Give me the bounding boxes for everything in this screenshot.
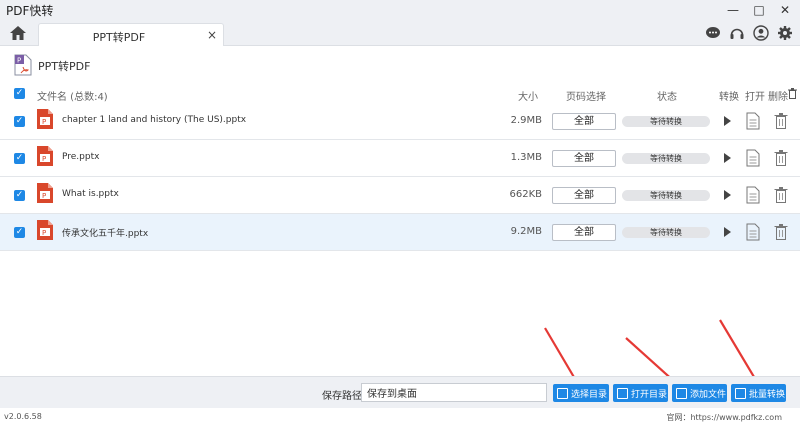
bottom-action-bar: 保存路径: 选择目录 打开目录 添加文件 批量转换 — [0, 376, 800, 408]
file-row[interactable]: ✓ P What is.pptx 662KB 全部 等待转换 — [0, 177, 800, 214]
headset-icon[interactable] — [728, 24, 746, 42]
column-delete: 删除 — [768, 92, 788, 103]
column-convert: 转换 — [719, 92, 739, 103]
column-open: 打开 — [745, 92, 765, 103]
file-size: 1.3MB — [510, 152, 542, 163]
title-bar: PDF快转 — □ ✕ — [0, 0, 800, 20]
website-link[interactable]: 官网：https://www.pdfkz.com — [666, 412, 782, 423]
status-badge: 等待转换 — [622, 190, 710, 201]
open-file-icon[interactable] — [746, 223, 760, 241]
row-checkbox[interactable]: ✓ — [14, 190, 25, 201]
tab-label: PPT转PDF — [92, 31, 146, 44]
delete-icon[interactable] — [774, 112, 788, 130]
column-page-range: 页码选择 — [566, 92, 606, 103]
status-badge: 等待转换 — [622, 227, 710, 238]
svg-text:P: P — [42, 155, 46, 163]
play-icon[interactable] — [719, 150, 735, 166]
page-range-button[interactable]: 全部 — [552, 113, 616, 130]
batch-convert-button[interactable]: 批量转换 — [731, 384, 786, 402]
delete-icon[interactable] — [774, 149, 788, 167]
add-file-button[interactable]: 添加文件 — [672, 384, 727, 402]
open-file-icon[interactable] — [746, 149, 760, 167]
status-badge: 等待转换 — [622, 153, 710, 164]
tab-close-icon[interactable]: × — [207, 28, 217, 42]
home-icon[interactable] — [8, 23, 28, 43]
select-directory-label: 选择目录 — [571, 389, 608, 400]
file-size: 662KB — [509, 189, 542, 200]
status-badge: 等待转换 — [622, 116, 710, 127]
file-row[interactable]: ✓ P Pre.pptx 1.3MB 全部 等待转换 — [0, 140, 800, 177]
open-file-icon[interactable] — [746, 112, 760, 130]
tab-ppt-to-pdf[interactable]: PPT转PDF × — [38, 23, 224, 46]
save-icon — [557, 387, 568, 399]
ppt-to-pdf-icon: P — [14, 54, 32, 76]
status-bar: v2.0.6.58 官网：https://www.pdfkz.com — [0, 408, 800, 425]
user-icon[interactable] — [752, 24, 770, 42]
file-name: Pre.pptx — [62, 152, 100, 162]
play-icon[interactable] — [719, 113, 735, 129]
pptx-file-icon: P — [37, 220, 53, 240]
app-title: PDF快转 — [6, 4, 54, 18]
open-file-icon[interactable] — [746, 186, 760, 204]
file-name: chapter 1 land and history (The US).pptx — [62, 115, 247, 125]
page-range-button[interactable]: 全部 — [552, 187, 616, 204]
column-status: 状态 — [657, 92, 677, 103]
folder-icon — [617, 387, 628, 399]
play-icon[interactable] — [719, 187, 735, 203]
svg-text:P: P — [42, 229, 46, 237]
save-path-label: 保存路径: — [322, 391, 366, 402]
file-size: 2.9MB — [510, 115, 542, 126]
save-path-input[interactable] — [361, 383, 547, 402]
close-icon[interactable]: ✕ — [772, 0, 798, 20]
row-checkbox[interactable]: ✓ — [14, 227, 25, 238]
open-directory-label: 打开目录 — [631, 389, 668, 400]
add-file-label: 添加文件 — [690, 389, 727, 400]
batch-convert-label: 批量转换 — [749, 389, 786, 400]
delete-all-icon[interactable] — [788, 88, 797, 99]
chat-icon[interactable] — [704, 24, 722, 42]
plus-icon — [676, 387, 687, 399]
delete-icon[interactable] — [774, 223, 788, 241]
svg-text:P: P — [42, 192, 46, 200]
pptx-file-icon: P — [37, 146, 53, 166]
convert-icon — [735, 387, 746, 399]
column-filename: 文件名 (总数:4) — [37, 92, 108, 103]
file-row[interactable]: ✓ P chapter 1 land and history (The US).… — [0, 103, 800, 140]
page-range-button[interactable]: 全部 — [552, 150, 616, 167]
row-checkbox[interactable]: ✓ — [14, 116, 25, 127]
open-directory-button[interactable]: 打开目录 — [613, 384, 668, 402]
play-icon[interactable] — [719, 224, 735, 240]
page-title: PPT转PDF — [38, 60, 91, 73]
tab-bar: PPT转PDF × — [0, 20, 800, 46]
delete-icon[interactable] — [774, 186, 788, 204]
row-checkbox[interactable]: ✓ — [14, 153, 25, 164]
pptx-file-icon: P — [37, 183, 53, 203]
select-all-checkbox[interactable]: ✓ — [14, 88, 25, 99]
file-name: What is.pptx — [62, 189, 119, 199]
page-range-button[interactable]: 全部 — [552, 224, 616, 241]
minimize-icon[interactable]: — — [720, 0, 746, 20]
column-size: 大小 — [518, 92, 538, 103]
file-row[interactable]: ✓ P 传承文化五千年.pptx 9.2MB 全部 等待转换 — [0, 214, 800, 251]
svg-text:P: P — [17, 57, 21, 65]
select-directory-button[interactable]: 选择目录 — [553, 384, 609, 402]
pptx-file-icon: P — [37, 109, 53, 129]
page-header: P PPT转PDF — [0, 46, 800, 84]
svg-text:P: P — [42, 118, 46, 126]
file-name: 传承文化五千年.pptx — [62, 229, 149, 239]
maximize-icon[interactable]: □ — [746, 0, 772, 20]
file-size: 9.2MB — [510, 226, 542, 237]
app-version: v2.0.6.58 — [4, 412, 42, 421]
file-list-header: ✓ 文件名 (总数:4) 大小 页码选择 状态 转换 打开 删除 — [0, 84, 800, 104]
gear-icon[interactable] — [776, 24, 794, 42]
